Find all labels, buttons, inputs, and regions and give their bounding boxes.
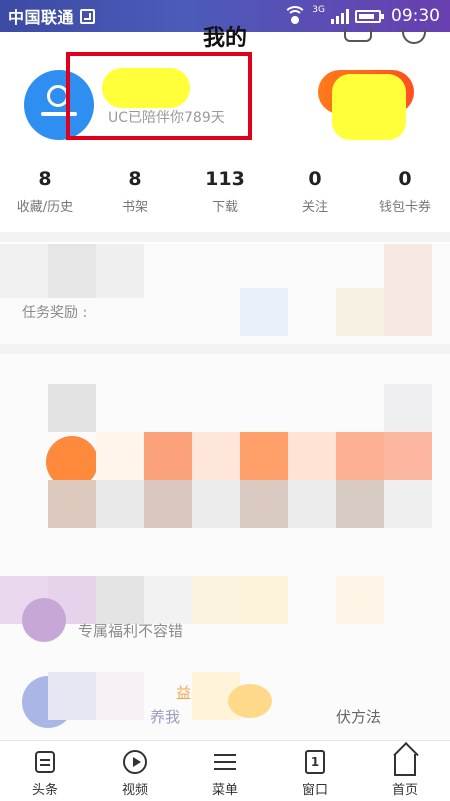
task-reward-label: 任务奖励 :: [22, 305, 88, 321]
news-icon: [35, 751, 55, 773]
task-card-blurred[interactable]: [0, 244, 450, 344]
blur-block: [240, 576, 288, 624]
stat-label: 收藏/历史: [16, 200, 74, 215]
blur-block: [96, 244, 144, 298]
stat-label: 下载: [211, 200, 238, 215]
blur-block: [96, 672, 144, 720]
stat-wallet-cards[interactable]: 0 钱包卡券: [360, 168, 450, 220]
blur-block: [144, 576, 192, 624]
blur-block: [144, 432, 192, 480]
stat-label: 关注: [301, 200, 328, 215]
blur-block: [192, 576, 240, 624]
bottom-nav: 头条 视频 菜单 1 窗口 首页: [0, 740, 450, 801]
blur-block: [288, 432, 336, 480]
blur-block: [48, 672, 96, 720]
vip-badge-redacted: [332, 74, 406, 140]
blurred-text: 伏方法: [336, 708, 382, 726]
blur-block: [96, 576, 144, 624]
nav-windows[interactable]: 1 窗口: [270, 741, 360, 801]
page-title: 我的: [202, 26, 247, 51]
blur-block: [336, 288, 384, 336]
nav-headlines[interactable]: 头条: [0, 741, 90, 801]
blur-block: [192, 432, 240, 480]
nav-video[interactable]: 视频: [90, 741, 180, 801]
blur-block: [384, 480, 432, 528]
blur-block: [48, 244, 96, 298]
stat-label: 书架: [121, 200, 148, 215]
blur-block: [240, 288, 288, 336]
stat-favorites-history[interactable]: 8 收藏/历史: [0, 168, 90, 220]
blur-block: [48, 480, 96, 528]
nav-menu[interactable]: 菜单: [180, 741, 270, 801]
stat-label: 钱包卡券: [378, 200, 431, 215]
blur-block: [0, 244, 48, 298]
blur-block: [288, 480, 336, 528]
stat-following[interactable]: 0 关注: [270, 168, 360, 220]
home-icon: [394, 754, 416, 776]
blurred-promo-text: 专属福利不容错: [78, 622, 184, 640]
blur-block: [384, 384, 432, 432]
blur-block: [336, 576, 384, 624]
video-play-icon: [123, 750, 147, 774]
blur-block: [384, 244, 432, 336]
message-icon[interactable]: [344, 28, 372, 42]
blur-block: [96, 432, 144, 480]
blur-purple-circle: [22, 598, 66, 642]
nav-label: 菜单: [211, 783, 238, 798]
blur-block: [96, 480, 144, 528]
nav-label: 视频: [121, 783, 148, 798]
menu-icon: [214, 761, 236, 763]
stat-value: 113: [205, 168, 245, 190]
blur-block: [240, 480, 288, 528]
stat-value: 0: [308, 168, 322, 190]
section-divider: [0, 232, 450, 242]
blurred-text: 益: [176, 684, 192, 702]
network-type: 3G: [312, 5, 325, 15]
nav-label: 头条: [31, 783, 58, 798]
blur-block: [384, 432, 432, 480]
stat-bookshelf[interactable]: 8 书架: [90, 168, 180, 220]
stats-row: 8 收藏/历史 8 书架 113 下载 0 关注 0 钱包卡券: [0, 168, 450, 220]
stat-value: 8: [38, 168, 52, 190]
stat-value: 0: [398, 168, 412, 190]
stat-downloads[interactable]: 113 下载: [180, 168, 270, 220]
nav-home[interactable]: 首页: [360, 741, 450, 801]
blur-block: [336, 432, 384, 480]
annotation-highlight-box: [66, 52, 252, 140]
blurred-content-area[interactable]: 专属福利不容错 益 养我 伏方法: [0, 354, 450, 740]
nav-label: 首页: [391, 783, 418, 798]
window-icon: 1: [305, 750, 325, 774]
stat-value: 8: [128, 168, 142, 190]
section-divider: [0, 344, 450, 354]
blur-block: [192, 480, 240, 528]
blur-block: [336, 480, 384, 528]
blur-block: [48, 384, 96, 432]
blur-yellow-circle: [228, 684, 272, 718]
blurred-text: 养我: [150, 708, 181, 726]
blur-block: [240, 432, 288, 480]
blur-block: [144, 480, 192, 528]
nav-label: 窗口: [301, 783, 328, 798]
